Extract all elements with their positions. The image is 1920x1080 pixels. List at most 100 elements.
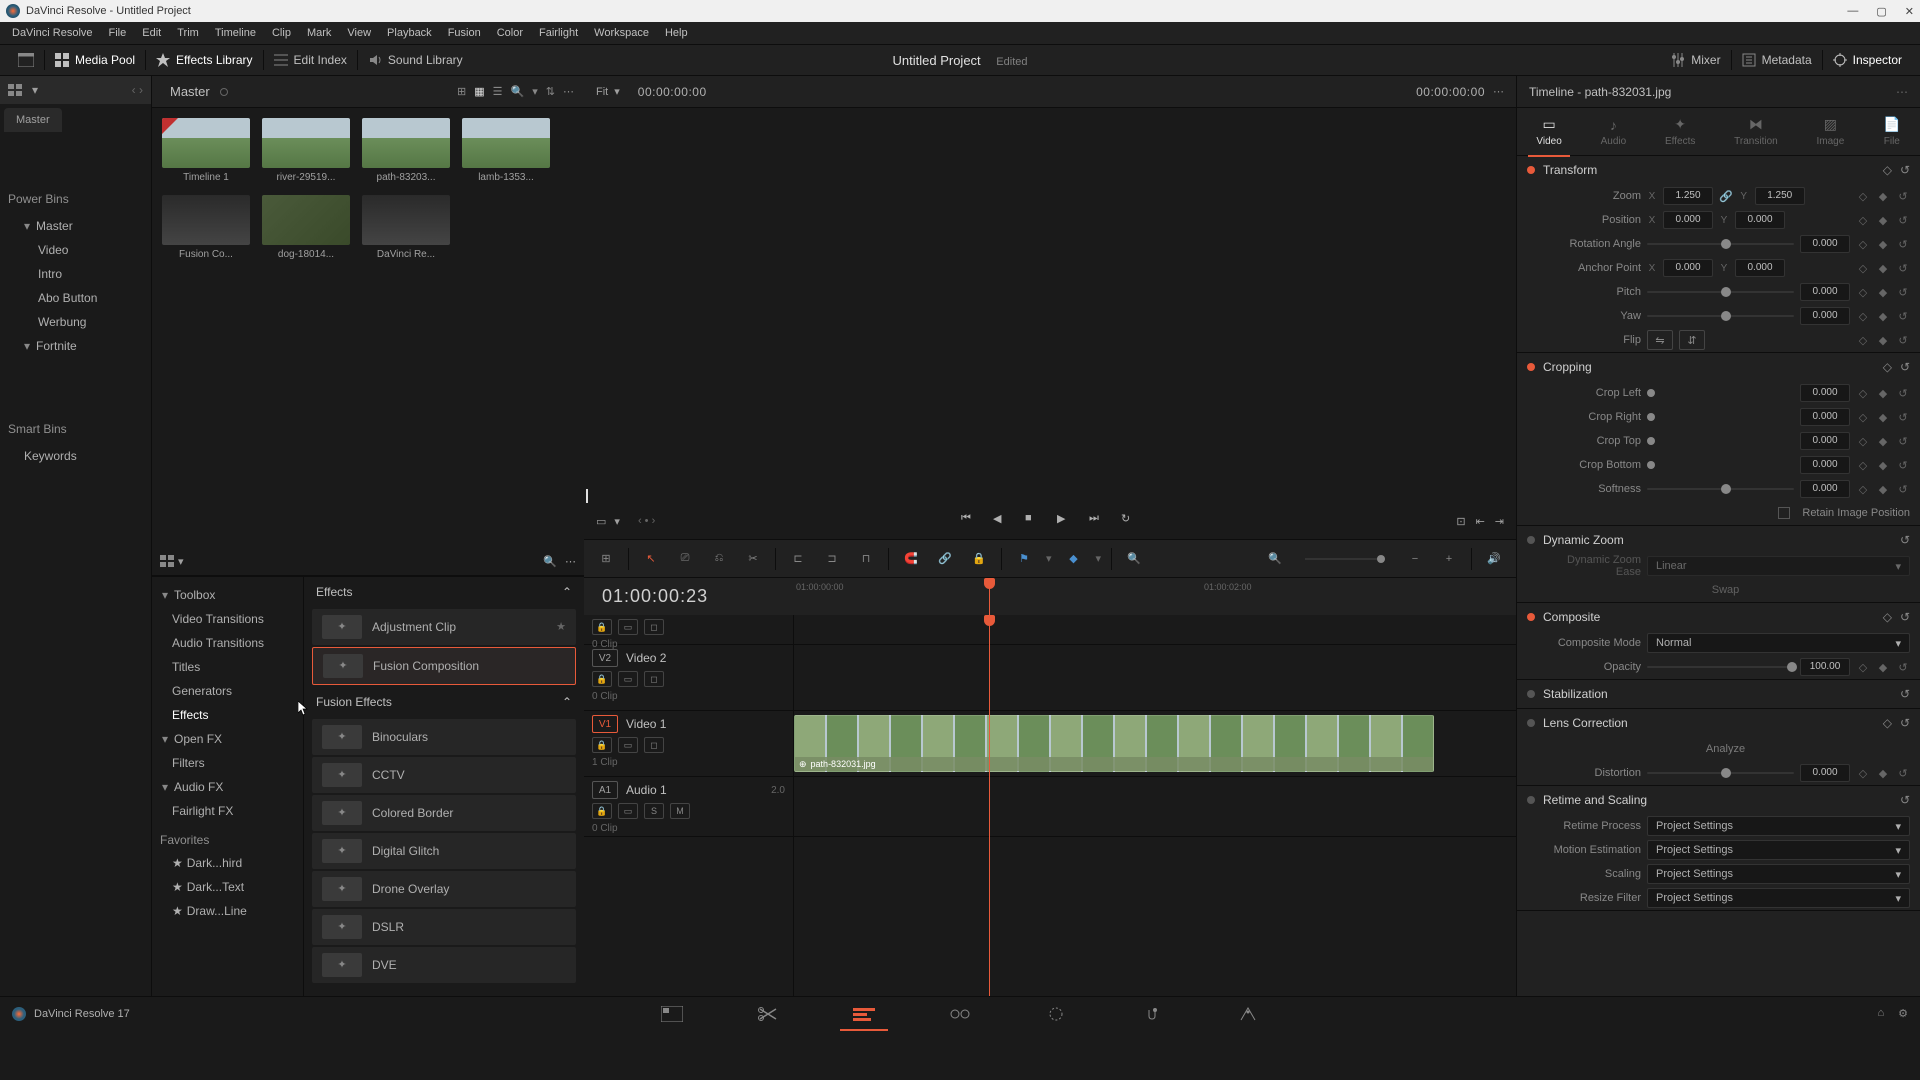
fx-tree-item[interactable]: Titles (152, 655, 303, 679)
sort-icon[interactable]: ⇅ (546, 85, 555, 98)
first-frame-button[interactable]: ⏮ (961, 512, 979, 530)
fx-group-header[interactable]: Effects⌃ (304, 577, 584, 607)
prev-frame-button[interactable]: ◀ (993, 512, 1011, 530)
zoom-fit[interactable]: Fit▾ (596, 85, 620, 98)
viewer-scrubber[interactable] (584, 489, 1516, 503)
section-header[interactable]: Stabilization↺ (1517, 680, 1920, 708)
loop-button[interactable]: ↻ (1121, 512, 1139, 530)
view-list-icon[interactable]: ☰ (493, 85, 503, 98)
tl-view-options[interactable]: ⊞ (594, 547, 618, 571)
track-lane[interactable]: ⊕path-832031.jpg (794, 711, 1516, 777)
track-header[interactable]: A1Audio 12.0🔒▭SM0 Clip (584, 777, 793, 837)
blade-tool[interactable]: ✂ (741, 547, 765, 571)
viewer-more-icon[interactable]: ⋯ (1493, 85, 1504, 98)
playhead[interactable] (989, 578, 990, 615)
fx-more-icon[interactable]: ⋯ (565, 555, 576, 568)
minimize-button[interactable]: — (1847, 5, 1858, 18)
edit-index-button[interactable]: Edit Index (264, 49, 357, 71)
media-pool-button[interactable]: Media Pool (45, 49, 145, 71)
favorite-item[interactable]: ★Dark...hird (152, 851, 303, 875)
viewer-canvas[interactable] (584, 108, 1516, 489)
menu-color[interactable]: Color (489, 27, 531, 39)
menu-help[interactable]: Help (657, 27, 696, 39)
trim-tool[interactable]: ⎚ (673, 547, 697, 571)
bin-item[interactable]: Video (0, 238, 151, 262)
maximize-button[interactable]: ▢ (1876, 5, 1886, 18)
media-clip[interactable]: path-83203... (362, 118, 450, 183)
section-header[interactable]: Cropping◇↺ (1517, 353, 1920, 381)
media-clip[interactable]: Timeline 1 (162, 118, 250, 183)
last-frame-button[interactable]: ⏭ (1089, 512, 1107, 530)
fx-item[interactable]: ✦Fusion Composition (312, 647, 576, 685)
media-clip[interactable]: DaVinci Re... (362, 195, 450, 260)
fx-tree-item[interactable]: Generators (152, 679, 303, 703)
in-point-icon[interactable]: ⇤ (1476, 515, 1485, 528)
fx-item[interactable]: ✦Drone Overlay (312, 871, 576, 907)
fx-tree-item[interactable]: Video Transitions (152, 607, 303, 631)
inspector-tab-transition[interactable]: ⧓Transition (1726, 112, 1786, 151)
more-icon[interactable]: ⋯ (563, 85, 574, 98)
zoom-out-icon[interactable]: − (1403, 547, 1427, 571)
edit-page-tab[interactable] (846, 1002, 882, 1026)
fx-group-header[interactable]: Fusion Effects⌃ (304, 687, 584, 717)
section-header[interactable]: Dynamic Zoom↺ (1517, 526, 1920, 554)
fx-tree-item[interactable]: ▾Toolbox (152, 583, 303, 607)
fx-tree-item[interactable]: Filters (152, 751, 303, 775)
inspector-tab-video[interactable]: ▭Video (1528, 112, 1569, 151)
section-header[interactable]: Composite◇↺ (1517, 603, 1920, 631)
lock-icon[interactable]: 🔒 (967, 547, 991, 571)
mixer-button[interactable]: Mixer (1661, 49, 1730, 71)
inspector-tab-audio[interactable]: ♪Audio (1593, 113, 1635, 151)
fusion-page-tab[interactable] (942, 1002, 978, 1026)
media-clip[interactable]: Fusion Co... (162, 195, 250, 260)
volume-icon[interactable]: 🔊 (1482, 547, 1506, 571)
menu-davinci[interactable]: DaVinci Resolve (4, 27, 101, 39)
fx-item[interactable]: ✦Binoculars (312, 719, 576, 755)
chevron-down-icon[interactable]: ▾ (532, 85, 538, 98)
play-button[interactable]: ▶ (1057, 512, 1075, 530)
track-header[interactable]: 🔒▭◻0 Clip (584, 615, 793, 645)
favorite-item[interactable]: ★Draw...Line (152, 899, 303, 923)
media-clip[interactable]: dog-18014... (262, 195, 350, 260)
bypass-icon[interactable]: ▭ (596, 515, 606, 528)
track-lane[interactable] (794, 615, 1516, 645)
bin-item[interactable]: Intro (0, 262, 151, 286)
menu-playback[interactable]: Playback (379, 27, 440, 39)
settings-icon[interactable]: ⚙ (1898, 1007, 1908, 1020)
overwrite-tool[interactable]: ⊐ (820, 547, 844, 571)
insert-tool[interactable]: ⊏ (786, 547, 810, 571)
section-header[interactable]: Retime and Scaling↺ (1517, 786, 1920, 814)
deliver-page-tab[interactable] (1230, 1002, 1266, 1026)
color-page-tab[interactable] (1038, 1002, 1074, 1026)
link-icon[interactable]: 🔗 (933, 547, 957, 571)
inspector-more-icon[interactable]: ⋯ (1896, 85, 1908, 99)
track-header[interactable]: V1Video 1🔒▭◻1 Clip (584, 711, 793, 777)
fx-tree-item[interactable]: ▾Open FX (152, 727, 303, 751)
menu-trim[interactable]: Trim (169, 27, 207, 39)
track-header[interactable]: V2Video 2🔒▭◻0 Clip (584, 645, 793, 711)
view-thumb-icon[interactable]: ▦ (474, 85, 484, 98)
favorite-item[interactable]: ★Dark...Text (152, 875, 303, 899)
menu-edit[interactable]: Edit (134, 27, 169, 39)
menu-fairlight[interactable]: Fairlight (531, 27, 586, 39)
layout-button[interactable] (8, 49, 44, 71)
section-header[interactable]: Transform◇↺ (1517, 156, 1920, 184)
timeline-ruler[interactable]: 01:00:00:00 01:00:02:00 (794, 578, 1516, 616)
sound-library-button[interactable]: Sound Library (358, 49, 473, 71)
bin-item[interactable]: ▾Fortnite (0, 334, 151, 358)
menu-view[interactable]: View (339, 27, 379, 39)
timeline-timecode[interactable]: 01:00:00:23 (602, 586, 708, 607)
menu-timeline[interactable]: Timeline (207, 27, 264, 39)
out-point-icon[interactable]: ⇥ (1495, 515, 1504, 528)
menu-file[interactable]: File (101, 27, 135, 39)
dynamic-trim-tool[interactable]: ⎌ (707, 547, 731, 571)
zoom-tool[interactable]: 🔍 (1122, 547, 1146, 571)
fx-tree-item[interactable]: Fairlight FX (152, 799, 303, 823)
breadcrumb[interactable]: Master (170, 84, 210, 99)
timeline-clip[interactable]: ⊕path-832031.jpg (794, 715, 1434, 772)
section-header[interactable]: Lens Correction◇↺ (1517, 709, 1920, 737)
selection-tool[interactable]: ↖ (639, 547, 663, 571)
replace-tool[interactable]: ⊓ (854, 547, 878, 571)
fx-tree-item[interactable]: Audio Transitions (152, 631, 303, 655)
bin-item[interactable]: ▾Master (0, 214, 151, 238)
